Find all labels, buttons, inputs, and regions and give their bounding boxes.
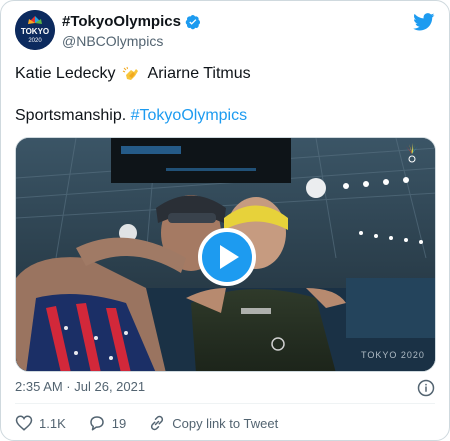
verified-badge-icon [185,14,200,29]
reply-bubble-icon [90,416,104,431]
play-icon [220,245,239,269]
copy-link-label: Copy link to Tweet [172,415,279,431]
avatar-subtext: 2020 [28,38,42,44]
twitter-bird-icon[interactable] [413,13,435,31]
info-icon[interactable] [417,379,435,397]
action-bar: 1.1K 19 Copy link to Tweet [15,414,300,432]
display-name[interactable]: #TokyoOlympics [62,13,201,30]
reply-count: 19 [111,415,127,431]
reply-button[interactable]: 19 [88,414,126,432]
link-icon [151,415,164,431]
play-button[interactable] [198,228,256,286]
tweet-card: TOKYO 2020 #TokyoOlympics @NBCOlympics K… [0,0,450,441]
video-player[interactable]: TOKYO 2020 [15,137,436,372]
hashtag-link[interactable]: #TokyoOlympics [131,107,247,124]
display-name-text[interactable]: #TokyoOlympics [62,13,181,30]
divider [15,403,435,404]
tweet-text-line-2: Sportsmanship. #TokyoOlympics [15,107,247,125]
avatar[interactable]: TOKYO 2020 [15,10,55,50]
like-button[interactable]: 1.1K [15,414,66,432]
user-handle[interactable]: @NBCOlympics [62,33,163,49]
tweet-text-sportsmanship: Sportsmanship. [15,107,127,124]
avatar-text: TOKYO [21,27,49,36]
tweet-text-name-2: Ariarne Titmus [147,65,251,82]
clapping-hands-icon [122,66,138,80]
heart-icon [15,415,33,431]
video-watermark: TOKYO 2020 [361,350,425,360]
timestamp[interactable]: 2:35 AM · Jul 26, 2021 [15,379,145,394]
like-count: 1.1K [39,415,66,431]
tweet-text-line-1: Katie Ledecky Ariarne Titmus [15,65,251,83]
tweet-text-name-1: Katie Ledecky [15,65,116,82]
copy-link-button[interactable]: Copy link to Tweet [148,414,278,432]
